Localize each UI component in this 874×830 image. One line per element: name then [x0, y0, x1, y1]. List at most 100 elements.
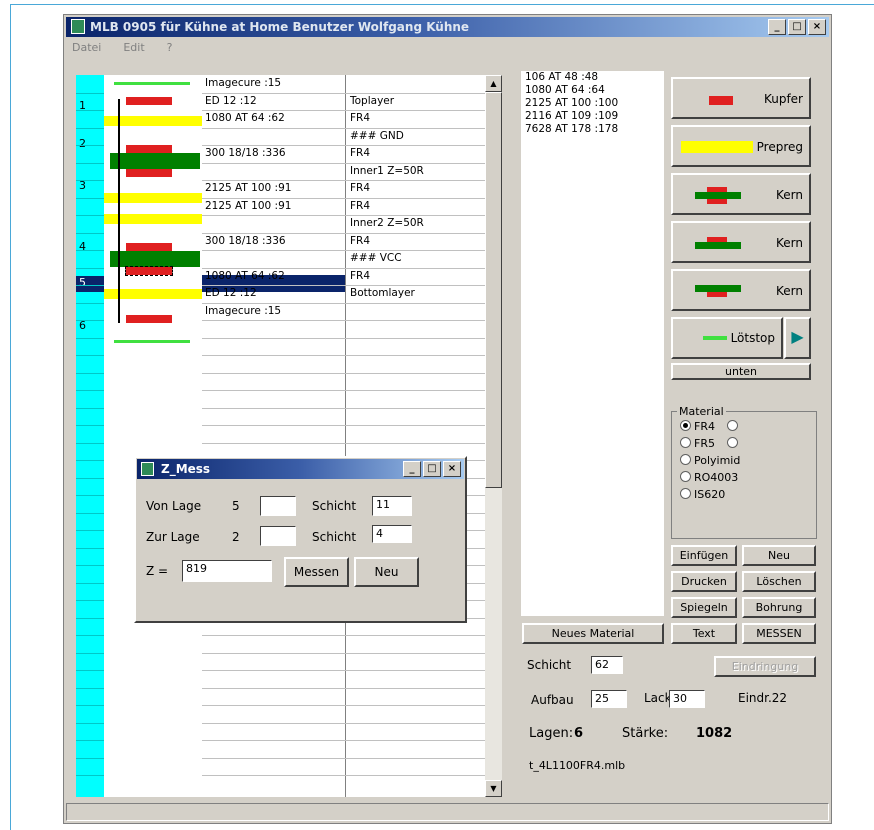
stack-type-cell[interactable]: FR4: [350, 147, 370, 159]
spiegeln-button[interactable]: Spiegeln: [671, 597, 737, 618]
table-row-line: [202, 670, 485, 671]
stack-material-cell[interactable]: 1080 AT 64 :62: [205, 270, 285, 282]
menu-help[interactable]: ?: [163, 39, 177, 57]
schicht-field-2[interactable]: 4: [372, 525, 412, 543]
drucken-button[interactable]: Drucken: [671, 571, 737, 592]
frame-top-line: [10, 4, 874, 5]
zur-lage-extra-field[interactable]: [260, 526, 296, 546]
stack-type-cell[interactable]: FR4: [350, 270, 370, 282]
z-value-field[interactable]: 819: [182, 560, 272, 582]
maximize-button[interactable]: □: [788, 19, 806, 35]
loeschen-button[interactable]: Löschen: [742, 571, 816, 592]
neu-button[interactable]: Neu: [742, 545, 816, 566]
menu-datei[interactable]: Datei: [68, 39, 105, 57]
stack-type-cell[interactable]: FR4: [350, 235, 370, 247]
stack-material-cell[interactable]: 2125 AT 100 :91: [205, 182, 291, 194]
stack-table[interactable]: Imagecure :15 ED 12 :12 Toplayer 1080 AT 64…: [202, 75, 485, 797]
table-row-line: [202, 442, 485, 444]
radio-ro4003[interactable]: RO4003: [680, 471, 738, 484]
dialog-maximize-button[interactable]: □: [423, 461, 441, 477]
table-row-line: [202, 197, 485, 199]
material-list-item[interactable]: 2125 AT 100 :100: [521, 97, 664, 110]
stack-type-cell[interactable]: Bottomlayer: [350, 287, 415, 299]
kern-button-1[interactable]: Kern: [671, 173, 811, 215]
dialog-neu-button[interactable]: Neu: [354, 557, 419, 587]
stack-material-cell[interactable]: ED 12 :12: [205, 95, 257, 107]
stack-type-cell[interactable]: FR4: [350, 182, 370, 194]
stack-material-cell[interactable]: Imagecure :15: [205, 77, 281, 89]
eindringung-value: Eindr.22: [738, 691, 788, 705]
ruler-line: [76, 302, 104, 304]
kern-button-2[interactable]: Kern: [671, 221, 811, 263]
material-list-item[interactable]: 106 AT 48 :48: [521, 71, 664, 84]
kupfer-button[interactable]: Kupfer: [671, 77, 811, 119]
von-lage-extra-field[interactable]: [260, 496, 296, 516]
material-list-item[interactable]: 7628 AT 178 :178: [521, 123, 664, 136]
stack-type-cell[interactable]: Inner2 Z=50R: [350, 217, 424, 229]
minimize-button[interactable]: _: [768, 19, 786, 35]
loetstop-button[interactable]: Lötstop: [671, 317, 783, 359]
stack-type-cell[interactable]: FR4: [350, 200, 370, 212]
eindringung-button[interactable]: Eindringung: [714, 656, 816, 677]
dialog-messen-button[interactable]: Messen: [284, 557, 349, 587]
radio-fr5[interactable]: FR5: [680, 437, 738, 450]
menu-edit[interactable]: Edit: [119, 39, 148, 57]
scroll-up-button[interactable]: ▲: [485, 75, 502, 92]
radio-polyimid[interactable]: Polyimid: [680, 454, 740, 467]
ruler-line: [76, 722, 104, 724]
lack-field[interactable]: 30: [669, 690, 705, 708]
table-row-line: [202, 145, 485, 146]
text-button[interactable]: Text: [671, 623, 737, 644]
einfuegen-button[interactable]: Einfügen: [671, 545, 737, 566]
z-mess-dialog: Z_Mess _ □ × Von Lage 5 Schicht 11 Zur L…: [134, 456, 467, 623]
stack-material-cell[interactable]: 300 18/18 :336: [205, 147, 286, 159]
arrow-right-icon[interactable]: ▶: [784, 317, 811, 359]
dialog-close-button[interactable]: ×: [443, 461, 461, 477]
stack-type-cell[interactable]: FR4: [350, 112, 370, 124]
stack-material-cell[interactable]: 2125 AT 100 :91: [205, 200, 291, 212]
scroll-down-button[interactable]: ▼: [485, 780, 502, 797]
neues-material-button[interactable]: Neues Material: [522, 623, 664, 644]
unten-button[interactable]: unten: [671, 363, 811, 380]
material-list[interactable]: 106 AT 48 :48 1080 AT 64 :64 2125 AT 100…: [521, 71, 664, 616]
ruler-line: [76, 740, 104, 741]
dialog-title-bar[interactable]: Z_Mess _ □ ×: [137, 459, 464, 479]
ruler-line: [76, 250, 104, 251]
ruler-line: [76, 600, 104, 601]
stack-type-cell[interactable]: ### VCC: [350, 252, 402, 264]
stack-type-cell[interactable]: Toplayer: [350, 95, 394, 107]
stack-type-cell[interactable]: Inner1 Z=50R: [350, 165, 424, 177]
radio-fr4[interactable]: FR4: [680, 420, 738, 433]
close-button[interactable]: ×: [808, 19, 826, 35]
kern-button-3[interactable]: Kern: [671, 269, 811, 311]
dialog-minimize-button[interactable]: _: [403, 461, 421, 477]
radio-is620[interactable]: IS620: [680, 488, 725, 501]
title-bar[interactable]: MLB 0905 für Kühne at Home Benutzer Wolf…: [66, 17, 829, 37]
prepreg-button[interactable]: Prepreg: [671, 125, 811, 167]
schicht-field[interactable]: 62: [591, 656, 623, 674]
layer-number[interactable]: 4: [79, 240, 86, 253]
bohrung-button[interactable]: Bohrung: [742, 597, 816, 618]
layer-number-selected[interactable]: 5: [76, 276, 104, 292]
schicht-field-1[interactable]: 11: [372, 496, 412, 516]
copper-bar: [126, 145, 172, 153]
table-row-line: [202, 337, 485, 339]
stack-material-cell[interactable]: ED 12 :12: [205, 287, 257, 299]
scroll-thumb[interactable]: [485, 92, 502, 488]
table-row-line: [202, 390, 485, 391]
messen-button[interactable]: MESSEN: [742, 623, 816, 644]
material-list-item[interactable]: 2116 AT 109 :109: [521, 110, 664, 123]
table-row-line: [202, 232, 485, 234]
layer-number[interactable]: 2: [79, 137, 86, 150]
material-group-title: Material: [677, 405, 726, 418]
stack-material-cell[interactable]: Imagecure :15: [205, 305, 281, 317]
material-list-item[interactable]: 1080 AT 64 :64: [521, 84, 664, 97]
table-scrollbar[interactable]: ▲ ▼: [485, 75, 502, 797]
layer-ruler[interactable]: 1 2 3 4 5 6: [76, 75, 105, 797]
stack-material-cell[interactable]: 1080 AT 64 :62: [205, 112, 285, 124]
frame-left-line: [10, 4, 11, 830]
aufbau-field[interactable]: 25: [591, 690, 627, 708]
table-row-line: [202, 757, 485, 759]
stack-type-cell[interactable]: ### GND: [350, 130, 404, 142]
stack-material-cell[interactable]: 300 18/18 :336: [205, 235, 286, 247]
